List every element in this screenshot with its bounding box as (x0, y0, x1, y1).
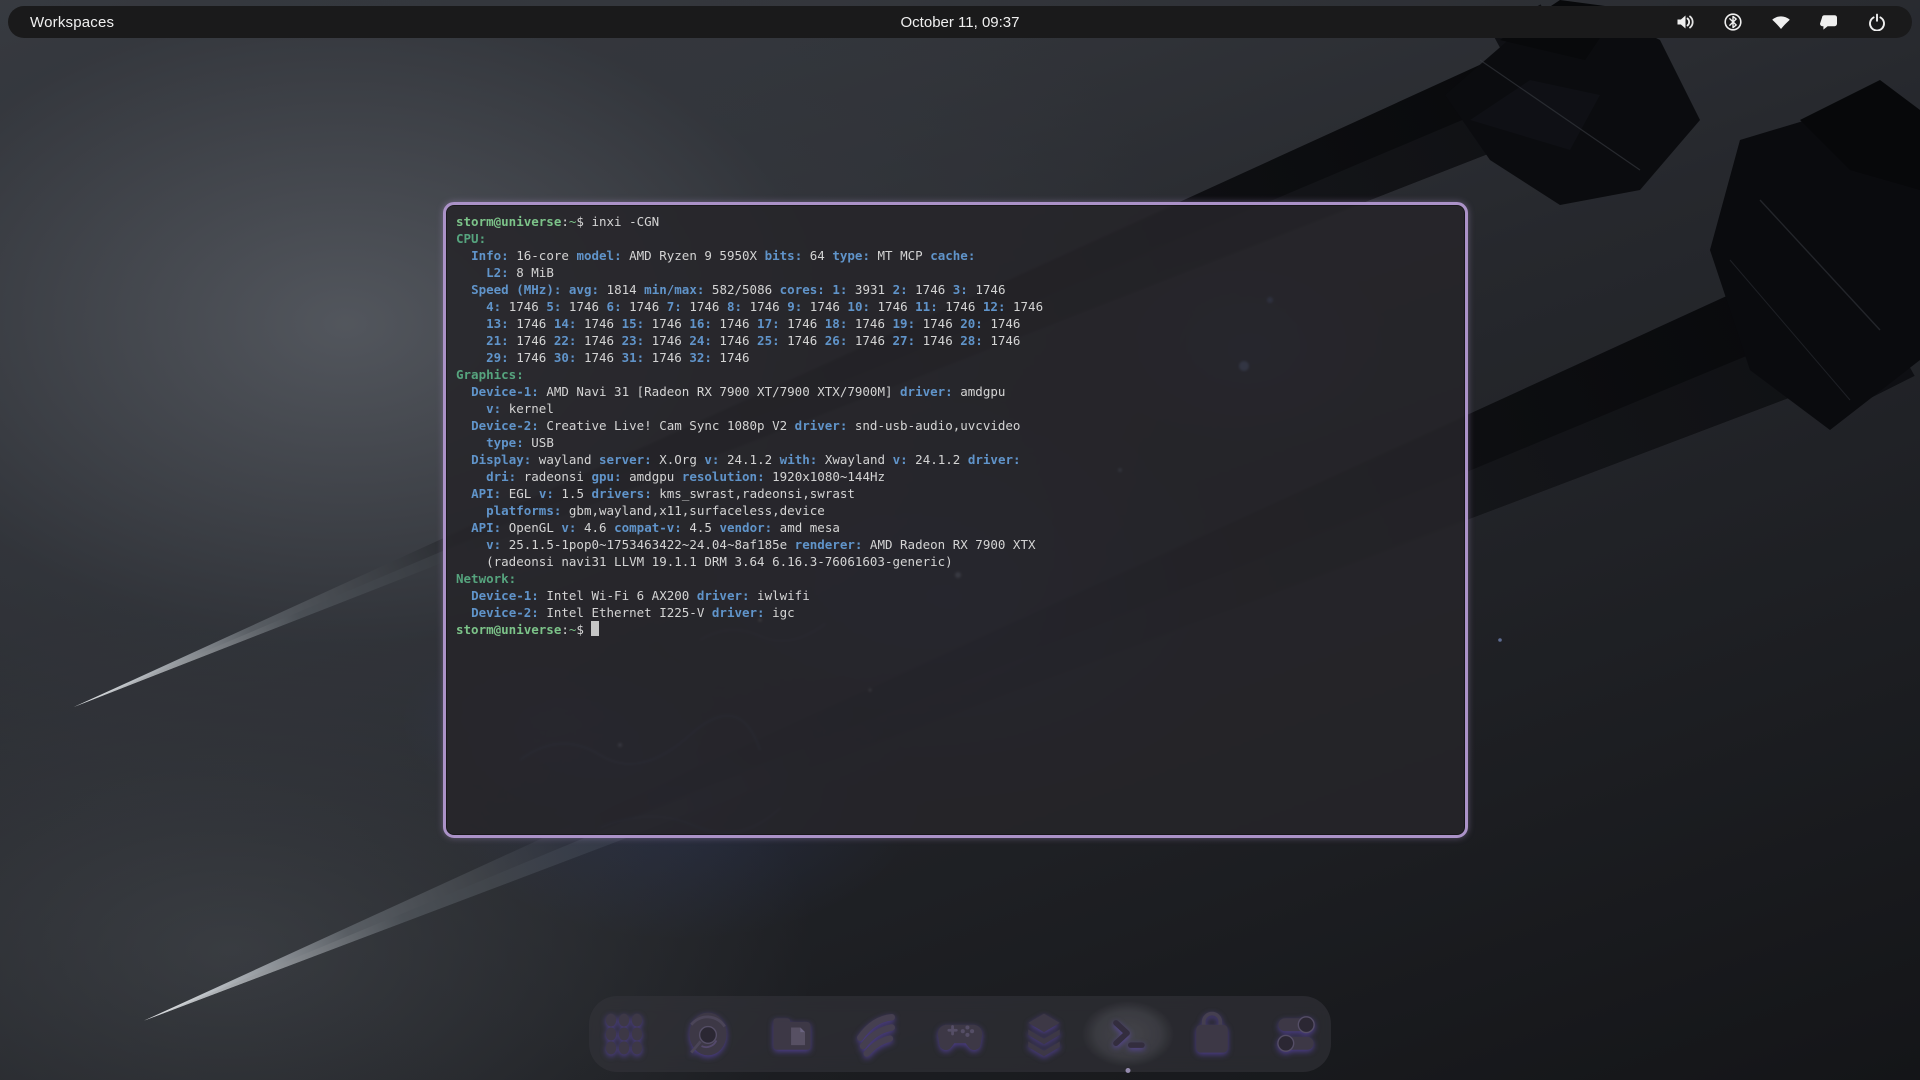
files-icon (766, 1008, 818, 1060)
bluetooth-icon[interactable] (1724, 13, 1742, 31)
sound-waves-icon (850, 1008, 902, 1060)
top-bar: Workspaces October 11, 09:37 (8, 6, 1912, 38)
toggles-icon (1270, 1008, 1322, 1060)
terminal-window[interactable]: storm@universe:~$ inxi -CGNCPU: Info: 16… (443, 202, 1468, 838)
dock-item-settings[interactable] (1268, 1006, 1324, 1062)
dock (589, 996, 1331, 1072)
workspaces-button[interactable]: Workspaces (8, 14, 136, 31)
dock-item-layers[interactable] (1016, 1006, 1072, 1062)
dock-item-games[interactable] (932, 1006, 988, 1062)
dock-item-app-launcher[interactable] (596, 1006, 652, 1062)
app-grid-icon (598, 1008, 650, 1060)
dock-item-music[interactable] (848, 1006, 904, 1062)
notifications-icon[interactable] (1820, 13, 1839, 31)
layers-icon (1018, 1008, 1070, 1060)
volume-icon[interactable] (1676, 13, 1695, 31)
dock-item-shop[interactable] (1184, 1006, 1240, 1062)
shopping-bag-icon (1186, 1008, 1238, 1060)
dock-item-browser[interactable] (680, 1006, 736, 1062)
browser-icon (682, 1008, 734, 1060)
status-area[interactable] (1676, 13, 1912, 31)
dock-item-files[interactable] (764, 1006, 820, 1062)
wifi-icon[interactable] (1771, 13, 1791, 31)
terminal-icon (1102, 1008, 1154, 1060)
terminal-output: storm@universe:~$ inxi -CGNCPU: Info: 16… (446, 205, 1465, 646)
gamepad-icon (934, 1008, 986, 1060)
dock-item-terminal[interactable] (1100, 1006, 1156, 1062)
power-icon[interactable] (1868, 13, 1886, 31)
clock[interactable]: October 11, 09:37 (901, 14, 1020, 31)
